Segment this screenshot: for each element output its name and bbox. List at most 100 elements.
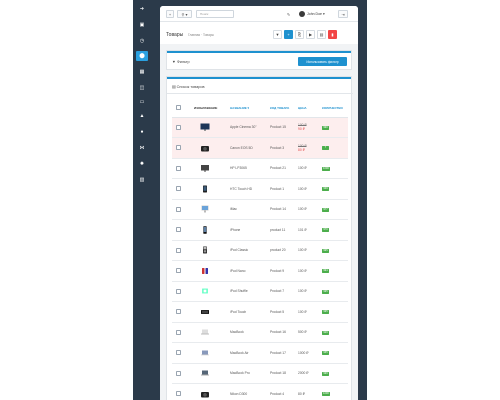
copy-button[interactable]: ⎘: [295, 30, 304, 39]
product-image-cell: [192, 240, 228, 261]
table-row[interactable]: Nikon D300 Product 4 80 ₽ 1000: [172, 383, 348, 400]
chart-icon[interactable]: ▥: [136, 175, 148, 185]
design-icon[interactable]: ◫: [136, 83, 148, 93]
breadcrumb[interactable]: Главная · Товары: [188, 33, 214, 37]
arrow-right-icon[interactable]: ➜: [136, 4, 148, 14]
column-header-image: Изображение: [192, 99, 228, 118]
product-thumbnail: [200, 246, 210, 254]
row-select-cell: [172, 363, 192, 384]
table-row[interactable]: Canon EOS 5D Product 3 100 ₽80 ₽7: [172, 137, 348, 159]
column-header-quantity[interactable]: Количество: [320, 99, 348, 118]
table-row[interactable]: iPod Nano Product 9 100 ₽ 994: [172, 260, 348, 282]
product-image-cell: [192, 178, 228, 200]
column-header-model[interactable]: Код товара: [268, 99, 296, 118]
cart-icon[interactable]: ▲: [136, 111, 148, 121]
product-price: 80 ₽: [298, 391, 305, 396]
row-select-cell: [172, 178, 192, 200]
dashboard-icon[interactable]: ▣: [136, 20, 148, 30]
quantity-badge: 970: [322, 228, 329, 233]
product-image-cell: [192, 219, 228, 241]
row-checkbox[interactable]: [176, 227, 181, 233]
table-row[interactable]: HP LP3065 Product 21 100 ₽ 1000: [172, 158, 348, 179]
play-button[interactable]: ▶: [306, 30, 315, 39]
product-price-cell: 100 ₽: [296, 240, 320, 261]
row-checkbox[interactable]: [176, 186, 181, 192]
brush-icon[interactable]: ✎: [284, 10, 293, 18]
product-name: HTC Touch HD: [228, 178, 268, 200]
row-checkbox[interactable]: [176, 391, 181, 397]
row-checkbox[interactable]: [176, 350, 181, 356]
product-thumbnail: [200, 349, 210, 357]
table-row[interactable]: iMac Product 14 100 ₽ 977: [172, 199, 348, 220]
row-select-cell: [172, 260, 192, 282]
logout-icon[interactable]: ⇥: [338, 10, 348, 18]
row-checkbox[interactable]: [176, 124, 181, 130]
puzzle-icon[interactable]: ▦: [136, 67, 148, 77]
desktop-icon[interactable]: ▭: [136, 97, 148, 107]
table-row[interactable]: iPod Shuffle Product 7 100 ₽ 995: [172, 281, 348, 302]
product-price: 2000 ₽: [298, 371, 309, 376]
apply-filter-button[interactable]: Использовать фильтр: [298, 57, 347, 66]
product-name: HP LP3065: [228, 158, 268, 179]
search-input[interactable]: Поиск: [196, 10, 234, 18]
product-list-panel: ▤ Список товаров Изображение Название ▾ …: [166, 76, 353, 400]
table-row[interactable]: Apple Cinema 30" Product 15 100 ₽90 ₽990: [172, 117, 348, 138]
row-checkbox[interactable]: [176, 206, 181, 212]
product-model: Product 3: [268, 137, 296, 159]
product-thumbnail: [200, 226, 210, 234]
row-checkbox[interactable]: [176, 329, 181, 335]
add-icon[interactable]: +: [166, 10, 174, 18]
catalog-icon[interactable]: ◷: [136, 36, 148, 46]
table-row[interactable]: iPhone product 11 101 ₽ 970: [172, 219, 348, 241]
cog-icon[interactable]: ✹: [136, 159, 148, 169]
product-price-cell: 100 ₽: [296, 260, 320, 282]
row-checkbox[interactable]: [176, 247, 181, 253]
user-icon[interactable]: ●: [136, 127, 148, 137]
row-checkbox[interactable]: [176, 268, 181, 274]
table-row[interactable]: MacBook Pro Product 18 2000 ₽ 999: [172, 363, 348, 384]
filter-panel: ▼ Фильтр Использовать фильтр: [166, 50, 352, 70]
row-select-cell: [172, 383, 192, 400]
tag-icon[interactable]: ⬤: [136, 51, 148, 61]
product-image-cell: [192, 158, 228, 179]
product-quantity-cell: 995: [320, 281, 348, 302]
product-image-cell: [192, 342, 228, 364]
row-checkbox[interactable]: [176, 288, 181, 294]
column-header-price[interactable]: Цена: [296, 99, 320, 118]
filter-toggle[interactable]: ▼ Фильтр: [172, 60, 190, 64]
product-model: Product 4: [268, 383, 296, 400]
product-price: 100 ₽: [298, 309, 307, 314]
table-row[interactable]: iPod Touch Product 5 100 ₽ 995: [172, 301, 348, 323]
share-icon[interactable]: ⋈: [136, 143, 148, 153]
select-all-checkbox[interactable]: [176, 105, 181, 111]
product-price-cell: 100 ₽: [296, 199, 320, 220]
table-row[interactable]: iPod Classic product 20 100 ₽ 995: [172, 240, 348, 261]
table-row[interactable]: MacBook Product 16 500 ₽ 929: [172, 322, 348, 343]
product-price: 500 ₽: [298, 330, 307, 335]
row-checkbox[interactable]: [176, 165, 181, 171]
product-price-cell: 1000 ₽: [296, 342, 320, 364]
row-checkbox[interactable]: [176, 370, 181, 376]
row-checkbox[interactable]: [176, 145, 181, 151]
product-name: Canon EOS 5D: [228, 137, 268, 159]
table-row[interactable]: MacBook Air Product 17 1000 ₽ 965: [172, 342, 348, 364]
filter-toggle-button[interactable]: ▼: [273, 30, 282, 39]
table-row[interactable]: HTC Touch HD Product 1 100 ₽ 939: [172, 178, 348, 200]
add-product-button[interactable]: +: [284, 30, 293, 39]
user-menu[interactable]: John Doe ▾: [299, 10, 333, 18]
product-model: Product 1: [268, 178, 296, 200]
column-header-name[interactable]: Название ▾: [228, 99, 268, 118]
save-button[interactable]: ▤: [317, 30, 326, 39]
product-special-price: 80 ₽: [298, 147, 305, 152]
username-label: John Doe ▾: [307, 12, 325, 16]
product-price: 100 ₽: [298, 207, 307, 212]
product-price: 100 ₽: [298, 166, 307, 171]
product-price-cell: 80 ₽: [296, 383, 320, 400]
delete-button[interactable]: ▮: [328, 30, 337, 39]
search-dropdown-button[interactable]: ⚲ ▾: [177, 10, 192, 18]
product-thumbnail: [200, 369, 210, 377]
row-select-cell: [172, 240, 192, 261]
product-model: Product 18: [268, 363, 296, 384]
row-checkbox[interactable]: [176, 309, 181, 315]
product-special-price: 90 ₽: [298, 127, 305, 132]
